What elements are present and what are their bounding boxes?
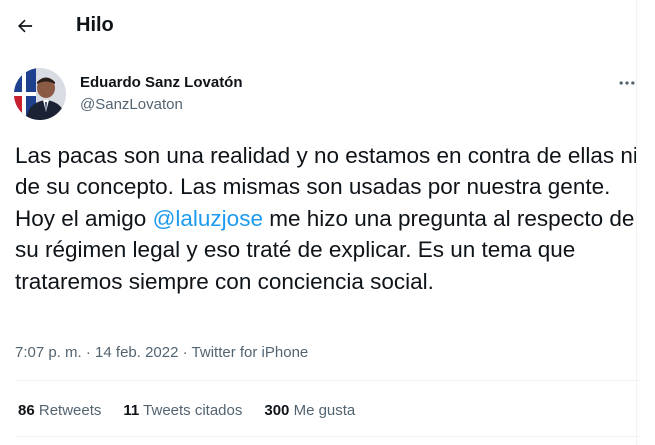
author-name[interactable]: Eduardo Sanz Lovatón [80,73,243,92]
page-title: Hilo [76,14,114,36]
tweet-text: Las pacas son una realidad y no estamos … [15,140,645,297]
retweets-stat[interactable]: 86 Retweets [18,401,101,420]
back-arrow-icon [18,19,33,33]
back-button[interactable] [8,9,42,43]
mention-link[interactable]: @laluzjose [153,206,263,231]
more-options-button[interactable] [610,66,644,100]
author-handle[interactable]: @SanzLovaton [80,95,183,114]
divider [15,380,640,381]
avatar[interactable] [14,68,66,120]
divider-bottom [15,436,640,437]
quotes-count: 11 [123,402,140,419]
column-border [636,0,637,445]
quotes-label: Tweets citados [143,402,243,419]
quotes-stat[interactable]: 11 Tweets citados [123,401,242,420]
tweet-time[interactable]: 7:07 p. m. [15,344,82,361]
tweet-meta: 7:07 p. m. · 14 feb. 2022 · Twitter for … [15,343,308,362]
likes-label: Me gusta [293,402,356,419]
profile-photo [14,68,66,120]
likes-stat[interactable]: 300 Me gusta [264,401,355,420]
tweet-source[interactable]: Twitter for iPhone [192,344,309,361]
thread-header: Hilo [0,0,655,52]
retweets-count: 86 [18,402,35,419]
meta-separator-2: · [182,344,188,361]
meta-separator: · [85,344,91,361]
tweet-stats: 86 Retweets 11 Tweets citados 300 Me gus… [18,401,377,420]
likes-count: 300 [264,402,290,419]
tweet-date[interactable]: 14 feb. 2022 [95,344,178,361]
retweets-label: Retweets [38,402,102,419]
more-horizontal-icon [619,81,635,85]
